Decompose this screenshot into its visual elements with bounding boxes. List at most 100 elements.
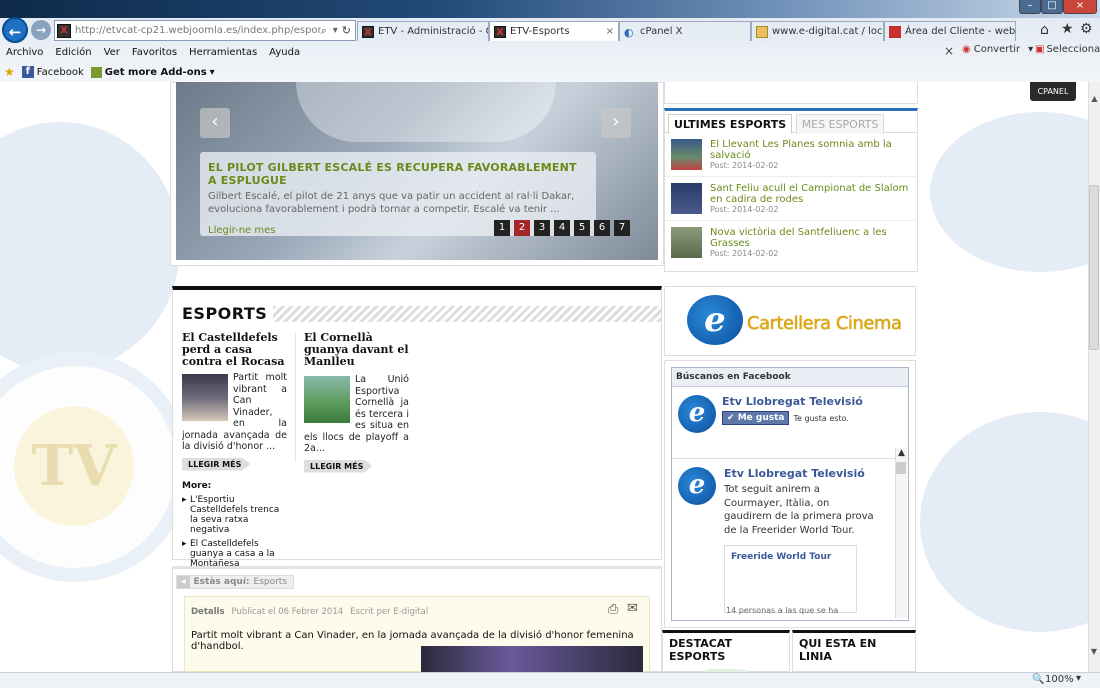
slider-next-icon[interactable]: › [601,108,631,138]
tab-label: ETV - Administració - Ges... [378,26,488,37]
more-link[interactable]: El Castelldefels guanya a casa a la Mont… [190,539,275,569]
menu-ayuda[interactable]: Ayuda [269,47,300,58]
post-author[interactable]: Etv Llobregat Televisió [724,467,874,480]
news-item[interactable]: Nova victòria del Santfeliuenc a les Gra… [665,221,917,264]
tab-area-cliente[interactable]: Área del Cliente - webem... [884,21,1016,41]
slider-prev-icon[interactable]: ‹ [200,108,230,138]
chevron-down-icon[interactable]: ▾ [1028,44,1033,55]
article-thumbnail[interactable] [304,376,350,423]
news-item[interactable]: Sant Feliu acull el Campionat de Slalom … [665,177,917,221]
minimize-icon[interactable]: – [1019,0,1041,14]
cinema-label[interactable]: Cartellera Cinema [747,313,902,334]
article-title[interactable]: El Castelldefels perd a casa contra el R… [182,332,287,368]
menu-herramientas[interactable]: Herramientas [189,47,257,58]
more-link-item[interactable]: ▸ L'Esportiu Castelldefels trenca la sev… [182,495,287,535]
address-bar[interactable]: X http://etvcat-cp21.webjoomla.es/index.… [54,20,356,41]
dropdown-icon[interactable]: ▾ [333,25,338,36]
more-link[interactable]: L'Esportiu Castelldefels trenca la seva … [190,495,279,535]
cpanel-badge[interactable]: CPANEL [1030,82,1076,101]
readmore-button[interactable]: LLEGIR MÉS [182,457,251,471]
like-button-label: Me gusta [737,413,785,423]
close-window-icon[interactable]: × [1063,0,1097,14]
favorites-star-icon[interactable]: ★ [1061,21,1074,37]
background-swoosh [930,112,1088,272]
slider-readmore-link[interactable]: Llegir-ne mes [208,225,588,236]
slider-page-button[interactable]: 1 [494,220,510,236]
chevron-down-icon[interactable]: ▾ [210,67,215,78]
tab-favicon-icon [889,25,901,38]
close-toolbar-icon[interactable]: × [944,44,954,58]
menu-ver[interactable]: Ver [104,47,120,58]
article-title[interactable]: El Cornellà guanya davant el Manlleu [304,332,409,368]
favorites-addons[interactable]: Get more Add-ons [105,67,207,78]
slider-page-button[interactable]: 4 [554,220,570,236]
window-titlebar [0,0,1100,18]
facebook-scrollbar[interactable]: ▲ [895,448,907,618]
scroll-up-icon[interactable]: ▲ [896,448,907,458]
home-icon[interactable]: ⌂ [1040,22,1049,38]
tab-mes-esports[interactable]: MES ESPORTS [795,114,885,134]
like-button[interactable]: ✔ Me gusta [722,411,790,425]
page-avatar-icon[interactable]: e [678,395,716,433]
maximize-icon[interactable]: □ [1041,0,1063,14]
back-icon[interactable]: ← [2,17,28,43]
page-scroll-thumb[interactable] [1089,185,1099,350]
search-icon[interactable]: ⌕ [321,24,327,38]
slider-page-button[interactable]: 6 [594,220,610,236]
tab-edigital[interactable]: www.e-digital.cat / localh... [751,21,884,41]
news-title[interactable]: Nova victòria del Santfeliuenc a les Gra… [710,227,911,249]
address-text[interactable]: http://etvcat-cp21.webjoomla.es/index.ph… [75,25,321,36]
destacat-box: DESTACAT ESPORTS [662,630,790,685]
more-link-item[interactable]: ▸ El Castelldefels guanya a casa a la Mo… [182,539,287,569]
news-title[interactable]: El Llevant Les Planes somnia amb la salv… [710,139,911,161]
print-icon[interactable]: ⎙ [608,602,618,617]
news-item[interactable]: El Llevant Les Planes somnia amb la salv… [665,133,917,177]
scroll-thumb[interactable] [896,462,906,474]
qui-esta-box: QUI ESTA EN LINIA [792,630,916,672]
tab-close-icon[interactable]: × [606,26,614,37]
breadcrumb-label: Estàs aquí: [193,577,250,587]
scroll-down-icon[interactable]: ▼ [1088,647,1100,656]
chevron-down-icon[interactable]: ▾ [1076,673,1081,684]
news-date: Post: 2014-02-02 [710,249,779,258]
email-icon[interactable]: ✉ [627,601,638,616]
slider-page-button-active[interactable]: 2 [514,220,530,236]
tab-etv-admin[interactable]: X ETV - Administració - Ges... [357,21,489,41]
readmore-button[interactable]: LLEGIR MÉS [304,459,373,473]
post-link-title[interactable]: Freeride World Tour [731,552,850,562]
post-text: Tot seguit anirem a Courmayer, Itàlia, o… [724,484,874,536]
slider-page-button[interactable]: 7 [614,220,630,236]
slider-page-button[interactable]: 5 [574,220,590,236]
breadcrumb-current[interactable]: Esports [254,576,294,588]
slider-headline[interactable]: EL PILOT GILBERT ESCALÉ ES RECUPERA FAVO… [208,161,588,187]
favorites-add-icon[interactable]: ★ [4,65,15,79]
cinema-banner[interactable]: e Cartellera Cinema [664,286,916,356]
zoom-level[interactable]: 100% [1045,674,1074,685]
select-button[interactable]: ▣ Seleccionar [1035,44,1100,55]
page-scrollbar[interactable]: ▲ [1088,82,1100,672]
convert-button[interactable]: ◉ Convertir ▾ [962,44,1033,55]
news-title[interactable]: Sant Feliu acull el Campionat de Slalom … [710,183,911,205]
tab-ultimes-esports[interactable]: ULTIMES ESPORTS [668,114,793,134]
slider-page-button[interactable]: 3 [534,220,550,236]
post-link-preview[interactable]: Freeride World Tour [724,545,857,613]
esports-header: ESPORTS [173,290,661,323]
gear-icon[interactable]: ⚙ [1080,21,1093,37]
menu-archivo[interactable]: Archivo [6,47,43,58]
scroll-up-icon[interactable]: ▲ [1089,94,1100,103]
facebook-page-name[interactable]: Etv Llobregat Televisió [722,395,863,408]
menu-favoritos[interactable]: Favoritos [132,47,177,58]
post-avatar-icon[interactable]: e [678,467,716,505]
tab-etv-esports[interactable]: X ETV-Esports × [489,21,619,41]
convert-label: Convertir [973,44,1021,55]
tab-cpanel[interactable]: ◐ cPanel X [619,21,751,41]
news-thumbnail [671,183,702,214]
menu-edicion[interactable]: Edición [55,47,91,58]
publish-date: Publicat el 06 Febrer 2014 [231,607,344,617]
article-card: El Cornellà guanya davant el Manlleu La … [304,332,409,473]
favorites-facebook[interactable]: Facebook [37,67,84,78]
forward-icon[interactable]: → [31,20,51,40]
favorites-bar: ★ f Facebook Get more Add-ons ▾ [0,62,1100,82]
refresh-icon[interactable]: ↻ [342,24,351,37]
article-thumbnail[interactable] [182,374,228,421]
